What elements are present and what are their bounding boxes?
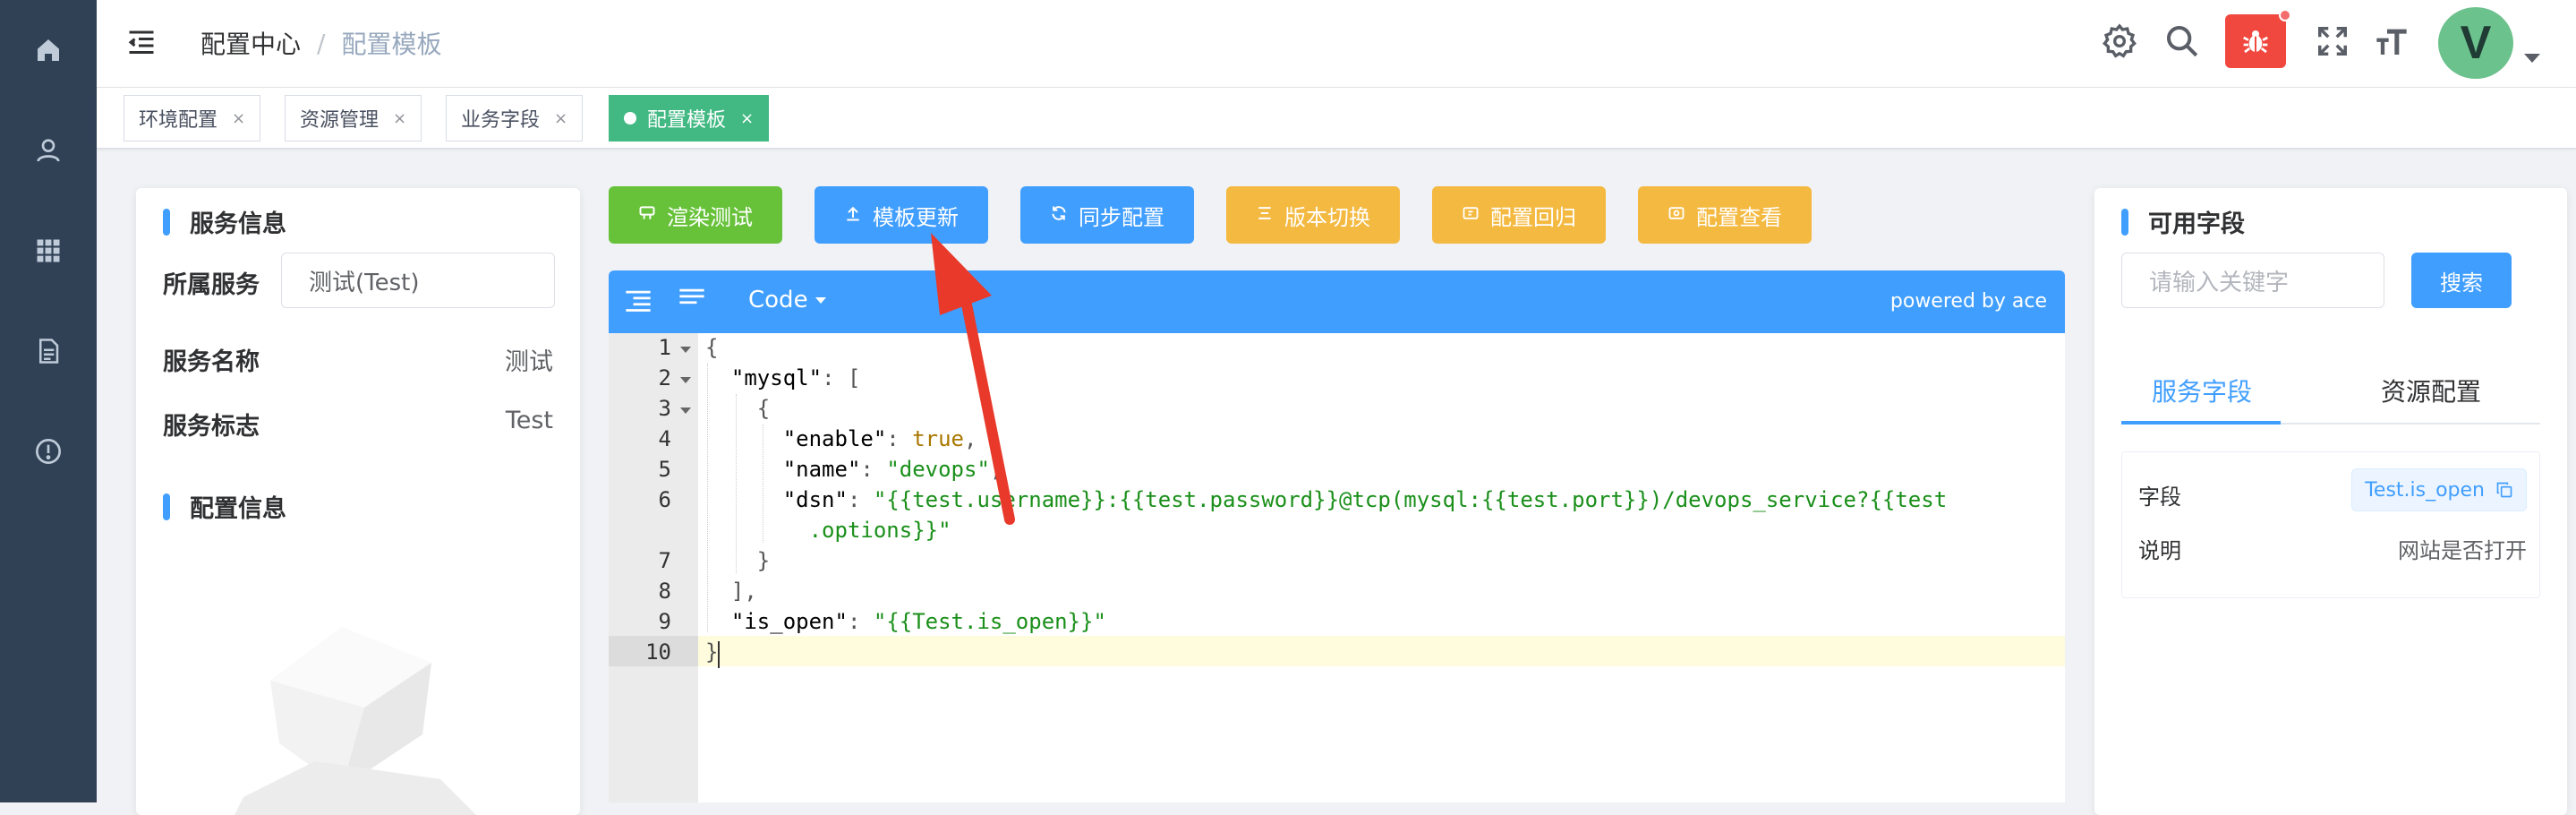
line-number: 6 [658,487,671,512]
notification-dot [2279,9,2291,21]
bug-icon [2243,30,2268,54]
tab-service-fields[interactable]: 服务字段 [2152,373,2252,408]
tags-view: 环境配置 × 资源管理 × 业务字段 × 配置模板 × [97,88,2576,149]
active-tab-indicator [2121,421,2281,425]
available-fields-panel: 可用字段 请输入关键字 搜索 服务字段 资源配置 字段 Test.is_open… [2094,188,2567,815]
breadcrumb: 配置中心 / 配置模板 [200,25,441,61]
code-line: { [756,396,771,421]
gear-icon[interactable] [2096,18,2143,64]
code-line: "is_open": "{{Test.is_open}}" [730,609,1106,634]
service-name-value: 测试 [505,348,553,376]
rollback-icon [1462,204,1480,227]
config-info-title: 配置信息 [163,489,286,524]
compact-code-icon[interactable] [677,287,707,313]
description-label: 说明 [2138,538,2181,563]
mode-dropdown[interactable]: Code [748,287,826,313]
format-code-icon[interactable] [623,288,653,315]
config-view-button[interactable]: 配置查看 [1638,186,1812,244]
tag-close-icon[interactable]: × [232,109,245,128]
service-id-value: Test [505,407,553,434]
version-switch-button[interactable]: 版本切换 [1226,186,1400,244]
sidebar [0,0,97,802]
chevron-down-icon [815,296,826,304]
available-fields-title: 可用字段 [2121,204,2245,239]
fold-arrow-icon[interactable] [680,408,691,414]
refresh-icon [1050,204,1068,227]
search-button[interactable]: 搜索 [2411,253,2512,308]
code-line: "dsn": "{{test.username}}:{{test.passwor… [782,487,1948,512]
service-name-label: 服务名称 [163,348,260,376]
tag-close-icon[interactable]: × [740,109,754,128]
fullscreen-icon[interactable] [2309,18,2356,64]
line-number: 3 [658,396,671,421]
fold-arrow-icon[interactable] [680,347,691,353]
grid-icon[interactable] [30,233,66,269]
line-number: 5 [658,457,671,482]
copy-icon[interactable] [2495,481,2513,499]
list-icon [1256,204,1274,227]
fold-arrow-icon[interactable] [680,377,691,383]
bug-report-button[interactable] [2225,9,2291,68]
upload-icon [844,204,862,227]
line-number: 8 [658,579,671,604]
line-number: 1 [658,335,671,360]
tag-resource-management[interactable]: 资源管理 × [285,95,422,142]
tag-env-config[interactable]: 环境配置 × [124,95,261,142]
view-icon [1668,204,1685,227]
active-line-highlight [698,636,2065,666]
breadcrumb-current: 配置模板 [341,30,442,59]
text-cursor [718,641,720,668]
description-value: 网站是否打开 [2398,538,2527,563]
info-icon[interactable] [30,433,66,469]
render-icon [638,204,656,227]
field-label: 字段 [2138,485,2181,510]
owner-service-label: 所属服务 [163,271,260,299]
line-number: 2 [658,365,671,390]
editor-toolbar: Code powered by ace [609,270,2065,333]
tag-business-fields[interactable]: 业务字段 × [446,95,584,142]
code-line: { [705,335,719,360]
breadcrumb-root[interactable]: 配置中心 [200,25,301,61]
line-number: 9 [658,609,671,634]
tab-resource-config[interactable]: 资源配置 [2381,373,2481,408]
service-id-label: 服务标志 [163,413,260,441]
config-rollback-button[interactable]: 配置回归 [1432,186,1606,244]
active-dot [624,112,636,124]
powered-by-label: powered by ace [1889,290,2047,313]
annotation-arrow-icon [931,233,1015,525]
document-icon[interactable] [30,333,66,369]
breadcrumb-separator: / [317,28,326,58]
empty-state-illustration [235,627,476,815]
search-icon[interactable] [2159,18,2205,64]
home-icon[interactable] [30,32,66,68]
line-number: 4 [658,426,671,451]
code-line: ], [730,579,757,604]
menu-toggle-icon[interactable] [125,27,158,59]
code-line: } [756,548,771,573]
tag-config-template[interactable]: 配置模板 × [609,95,770,142]
code-editor[interactable]: 1 2 3 4 5 6 7 8 9 10 { "mysql": [ { "ena… [609,333,2065,802]
keyword-search-input[interactable]: 请输入关键字 [2121,253,2384,308]
render-test-button[interactable]: 渲染测试 [609,186,782,244]
line-number: 7 [658,548,671,573]
user-icon[interactable] [30,133,66,168]
tag-label: 资源管理 [300,109,380,132]
field-card: 字段 Test.is_open 说明 网站是否打开 [2121,451,2540,598]
owner-service-field[interactable]: 测试(Test) [281,253,555,308]
avatar[interactable]: V [2438,7,2513,79]
code-line: "mysql": [ [730,365,861,390]
service-info-panel: 服务信息 所属服务 测试(Test) 服务名称 测试 服务标志 Test 配置信… [136,188,580,815]
tag-label: 环境配置 [139,109,218,132]
service-info-title: 服务信息 [163,204,286,239]
tag-label: 业务字段 [461,109,541,132]
tag-close-icon[interactable]: × [393,109,406,128]
font-size-icon[interactable] [2368,18,2415,64]
field-tag[interactable]: Test.is_open [2351,468,2527,511]
line-number: 10 [645,639,671,665]
code-line: } [705,639,719,665]
tag-close-icon[interactable]: × [554,109,567,128]
tag-label: 配置模板 [647,109,727,132]
caret-down-icon[interactable] [2524,54,2540,63]
